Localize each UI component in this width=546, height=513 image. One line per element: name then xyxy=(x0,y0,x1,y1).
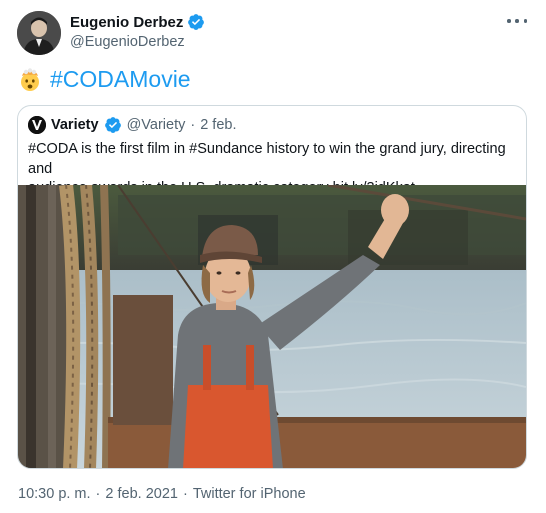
author-avatar[interactable] xyxy=(17,11,61,55)
quoted-date[interactable]: 2 feb. xyxy=(200,117,236,133)
author-handle[interactable]: @EugenioDerbez xyxy=(70,34,185,50)
quoted-verified-badge-icon xyxy=(104,116,122,134)
tweet-meta: 10:30 p. m. · 2 feb. 2021 · Twitter for … xyxy=(18,486,306,502)
quoted-tweet[interactable]: Variety @Variety · 2 feb. #CODA is the f… xyxy=(17,105,527,469)
quoted-tweet-header: Variety @Variety · 2 feb. xyxy=(28,116,236,134)
quoted-separator: · xyxy=(190,117,196,133)
verified-badge-icon xyxy=(187,13,205,31)
tweet-card: Eugenio Derbez @EugenioDerbez #CODAMovie… xyxy=(0,0,546,513)
tweet-time[interactable]: 10:30 p. m. xyxy=(18,486,91,502)
exploding-head-emoji-icon xyxy=(18,67,42,92)
quoted-author-handle[interactable]: @Variety xyxy=(127,117,186,133)
quoted-tweet-photo[interactable] xyxy=(18,183,526,468)
meta-separator-2: · xyxy=(182,486,188,502)
more-options-icon[interactable] xyxy=(507,14,527,28)
variety-logo-icon xyxy=(28,116,46,134)
quoted-author-name[interactable]: Variety xyxy=(51,117,99,133)
tweet-text: #CODAMovie xyxy=(18,66,191,93)
meta-separator-1: · xyxy=(95,486,101,502)
tweet-date[interactable]: 2 feb. 2021 xyxy=(105,486,178,502)
tweet-source[interactable]: Twitter for iPhone xyxy=(193,486,306,502)
quoted-text-line-1: #CODA is the first film in #Sundance his… xyxy=(28,141,506,177)
hashtag-link[interactable]: #CODAMovie xyxy=(50,66,191,93)
author-name-row: Eugenio Derbez xyxy=(70,13,205,31)
author-name[interactable]: Eugenio Derbez xyxy=(70,14,183,31)
